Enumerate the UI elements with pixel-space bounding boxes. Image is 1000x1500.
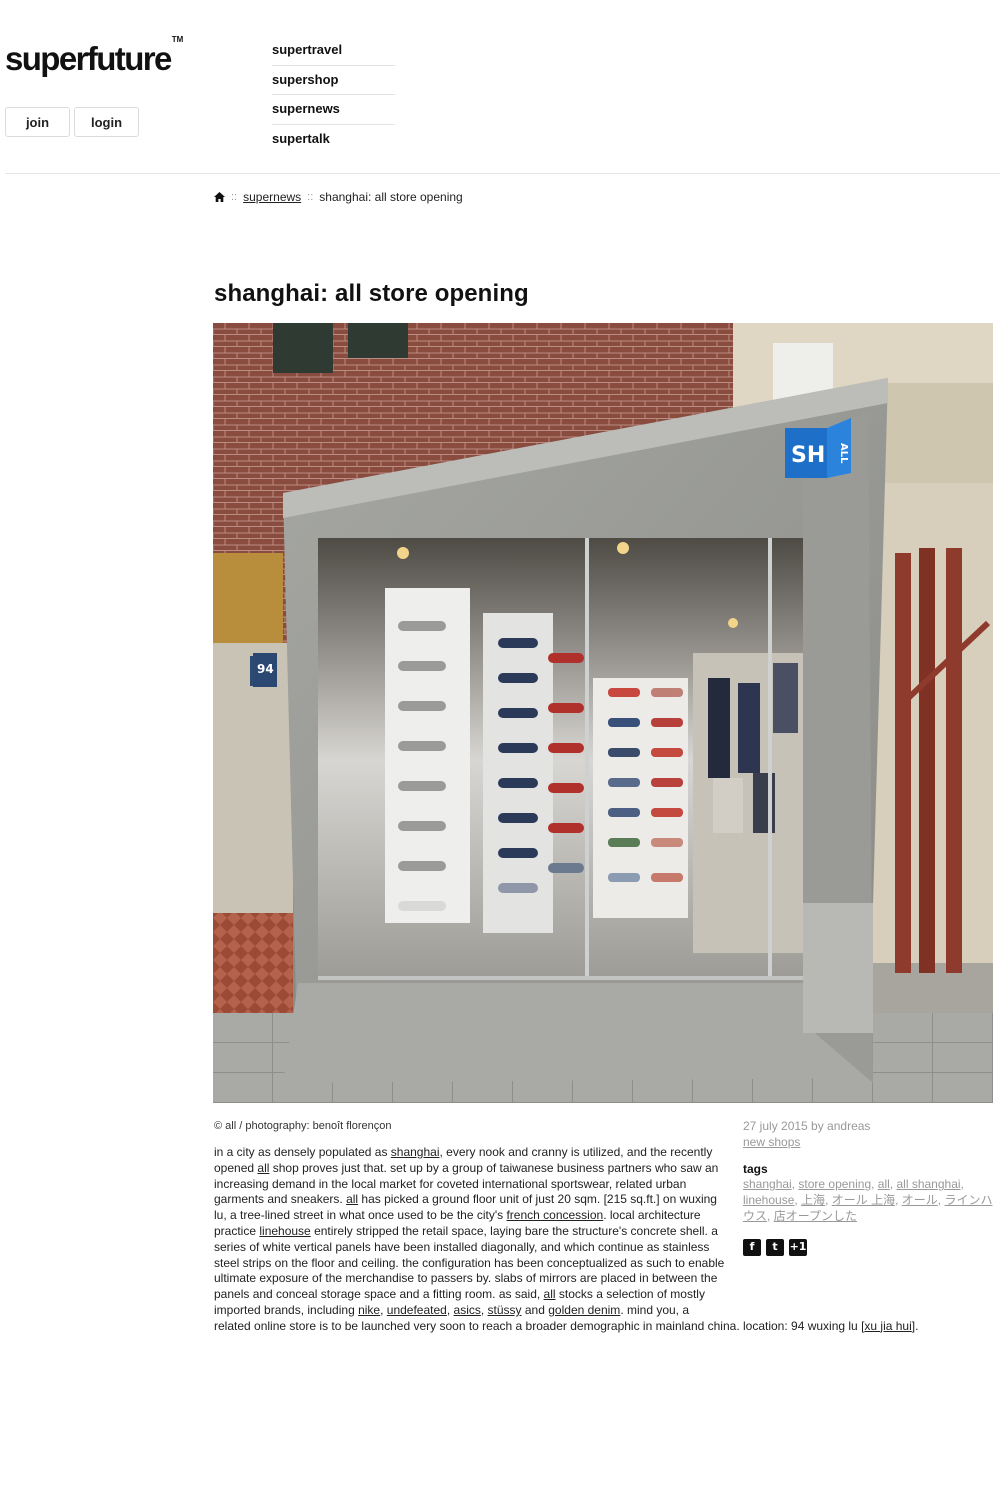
- sign-side-text: ALL: [838, 443, 849, 464]
- article-link[interactable]: all: [346, 1192, 358, 1206]
- article-link[interactable]: asics: [454, 1303, 481, 1317]
- article-meta: 27 july 2015 by andreas new shops tags s…: [743, 1119, 993, 1256]
- tag-link[interactable]: オール: [902, 1193, 938, 1207]
- share-buttons: f t +1: [743, 1238, 993, 1256]
- tag-link[interactable]: all: [878, 1177, 890, 1191]
- article-link[interactable]: nike: [358, 1303, 380, 1317]
- breadcrumb-separator: ::: [307, 191, 314, 203]
- nav-item-supernews[interactable]: supernews: [272, 95, 395, 125]
- article-link[interactable]: stüssy: [488, 1303, 522, 1317]
- article-date-author: 27 july 2015 by andreas: [743, 1119, 871, 1133]
- tags-heading: tags: [743, 1161, 768, 1176]
- tag-link[interactable]: store opening: [798, 1177, 871, 1191]
- article-link[interactable]: shanghai: [391, 1145, 440, 1159]
- tag-link[interactable]: オール 上海: [832, 1193, 895, 1207]
- house-number: 94: [257, 662, 274, 676]
- nav-item-supertravel[interactable]: supertravel: [272, 36, 395, 66]
- nav-item-supershop[interactable]: supershop: [272, 66, 395, 95]
- article-text: ,: [380, 1302, 387, 1317]
- main-nav: supertravel supershop supernews supertal…: [272, 36, 395, 154]
- tag-link[interactable]: linehouse: [743, 1193, 794, 1207]
- article-text: and: [521, 1302, 549, 1317]
- login-button[interactable]: login: [74, 107, 139, 137]
- breadcrumb-current: shanghai: all store opening: [319, 190, 463, 204]
- site-logo[interactable]: superfutureTM: [5, 35, 183, 78]
- nav-item-supertalk[interactable]: supertalk: [272, 125, 395, 155]
- tag-link[interactable]: 店オープンした: [774, 1209, 857, 1223]
- join-button[interactable]: join: [5, 107, 70, 137]
- article-text: ].: [911, 1318, 919, 1333]
- tag-link[interactable]: all shanghai: [896, 1177, 960, 1191]
- tag-link[interactable]: 上海: [801, 1193, 825, 1207]
- facebook-icon[interactable]: f: [743, 1238, 761, 1256]
- article-text: in a city as densely populated as: [214, 1145, 391, 1159]
- article-photo[interactable]: SH ALL 94: [213, 323, 993, 1103]
- article-link[interactable]: xu jia hui: [864, 1319, 911, 1333]
- article-text: ,: [480, 1302, 488, 1317]
- article-text: ,: [446, 1302, 454, 1317]
- header-divider: [5, 173, 1000, 174]
- twitter-icon[interactable]: t: [766, 1238, 784, 1256]
- logo-trademark: TM: [171, 35, 184, 44]
- article-link[interactable]: all: [257, 1161, 269, 1175]
- article-link[interactable]: linehouse: [259, 1224, 310, 1238]
- breadcrumb-link-supernews[interactable]: supernews: [243, 190, 301, 204]
- googleplus-icon[interactable]: +1: [789, 1238, 807, 1256]
- photo-credit: © all / photography: benoît florençon: [214, 1120, 392, 1132]
- article-link[interactable]: all: [544, 1287, 556, 1301]
- sign-sh-text: SH: [791, 443, 825, 468]
- home-icon[interactable]: [214, 192, 225, 202]
- tag-link[interactable]: shanghai: [743, 1177, 792, 1191]
- article-link[interactable]: golden denim: [548, 1303, 620, 1317]
- category-link-new-shops[interactable]: new shops: [743, 1135, 800, 1149]
- article-title: shanghai: all store opening: [214, 280, 529, 307]
- logo-text: superfuture: [5, 40, 172, 77]
- article-link[interactable]: french concession: [506, 1208, 603, 1222]
- article-link[interactable]: undefeated: [387, 1303, 447, 1317]
- breadcrumb: :: supernews :: shanghai: all store open…: [214, 190, 463, 204]
- tag-list: shanghai, store opening, all, all shangh…: [743, 1177, 993, 1223]
- breadcrumb-separator: ::: [231, 191, 238, 203]
